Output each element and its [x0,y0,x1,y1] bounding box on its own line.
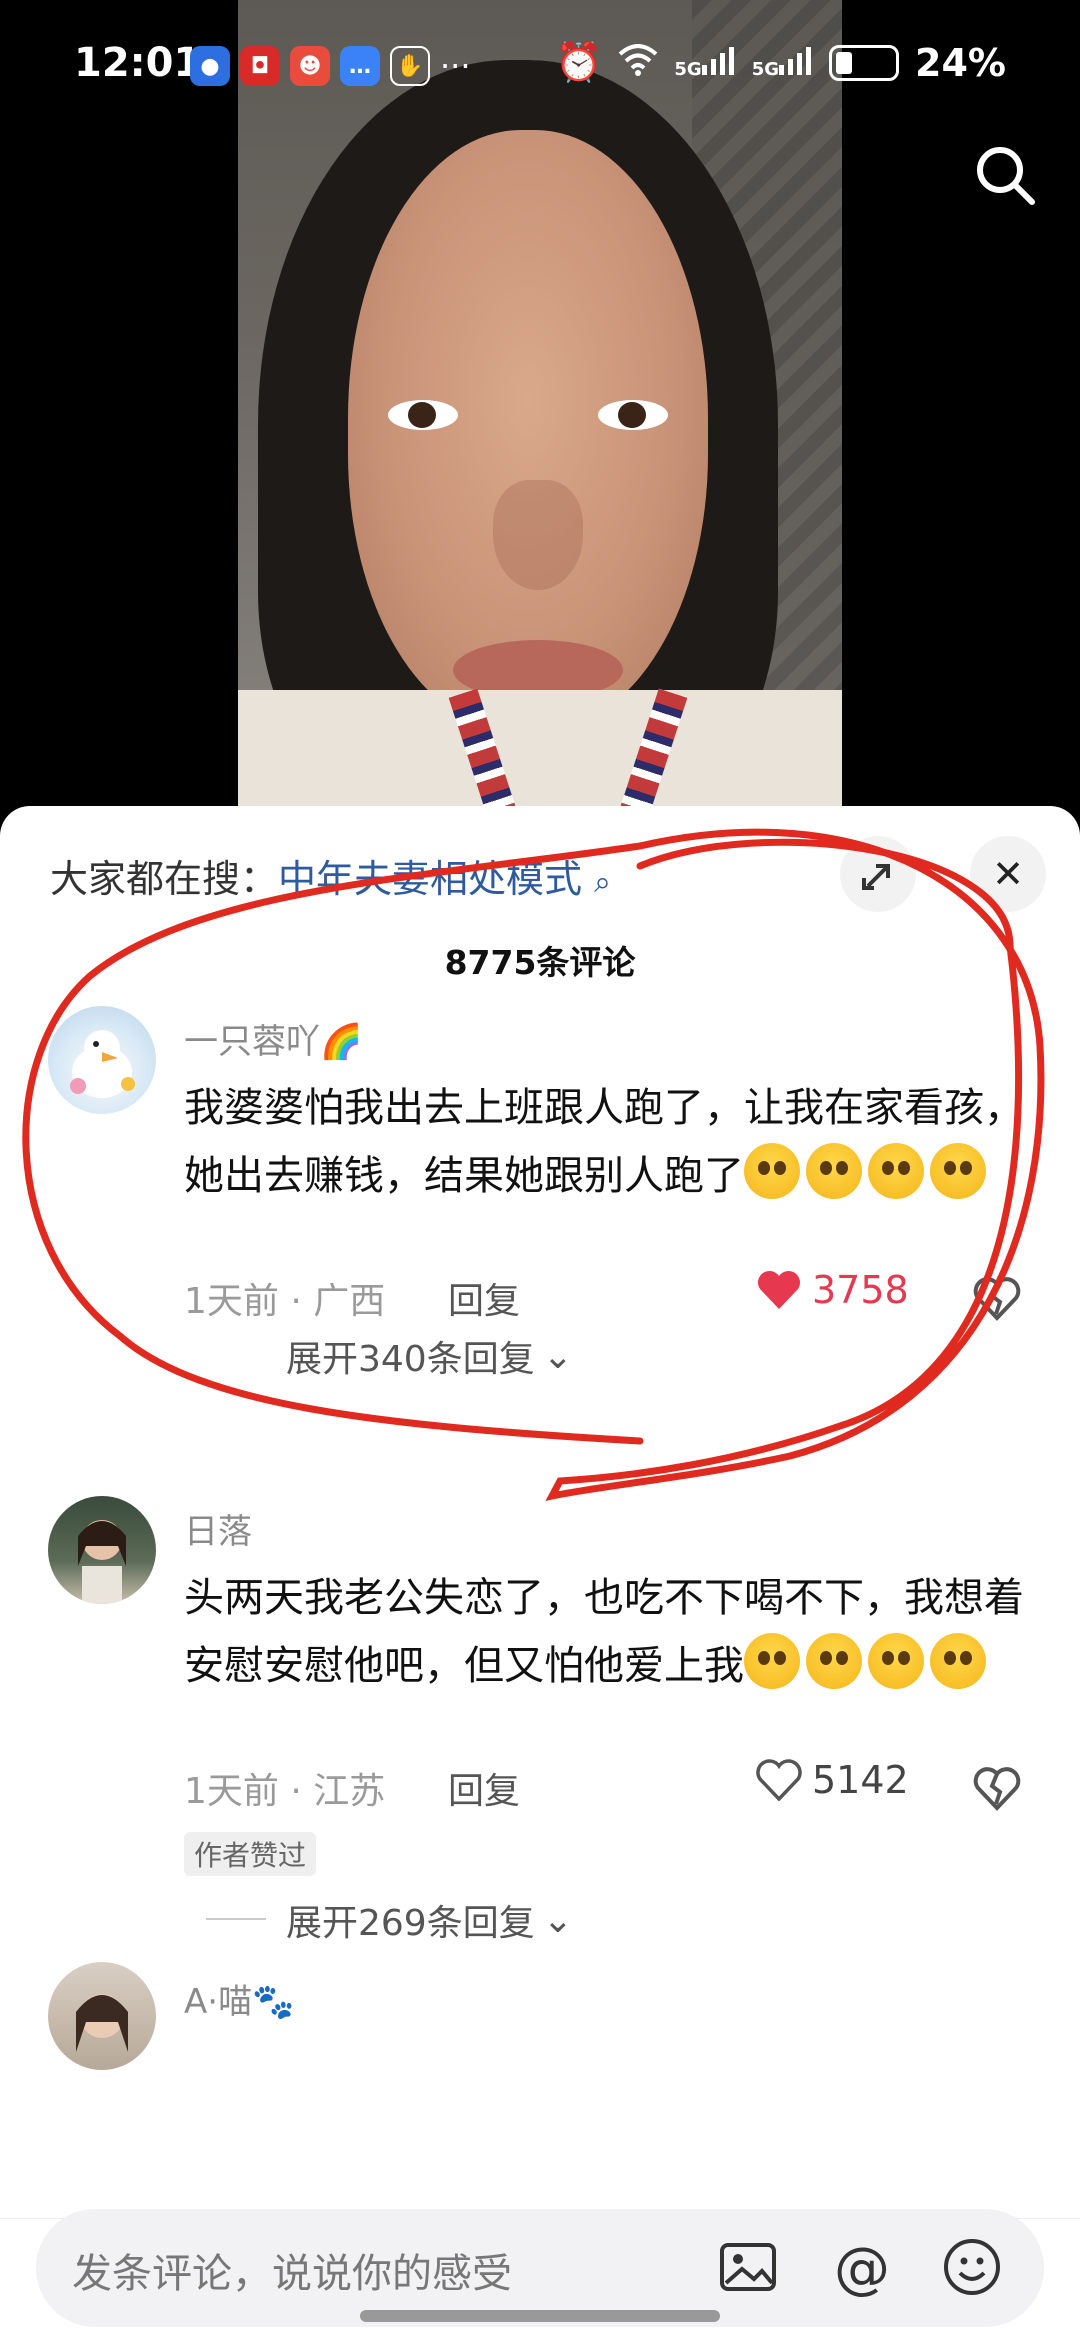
broken-heart-icon [973,1767,1021,1811]
svg-text:@: @ [834,2236,890,2299]
username[interactable]: 日落 [184,1504,252,1553]
crying-emoji-icon [806,1143,862,1199]
comment-text: 我婆婆怕我出去上班跟人跑了，让我在家看孩，她出去赚钱，结果她跟别人跑了 [184,1085,1024,1199]
username[interactable]: 一只蓉吖🌈 [184,1014,362,1063]
search-keyword[interactable]: 中年夫妻相处模式 [278,857,582,901]
chevron-down-icon: ⌄ [542,1899,573,1941]
heart-outline-icon [756,1759,802,1801]
expand-replies-button[interactable]: 展开340条回复 ⌄ [286,1330,573,1382]
comment-placeholder: 发条评论，说说你的感受 [72,2251,512,2297]
notification-icons: ● ◘ ☻ … ✋ ··· [190,46,471,86]
expand-replies-button[interactable]: 展开269条回复 ⌄ [206,1894,573,1946]
status-bar: 12:01 ● ◘ ☻ … ✋ ··· ⏰ 5G 5G 24% [0,0,1080,140]
signal-icon: 5G [674,46,735,79]
wifi-icon [618,41,658,85]
heart-filled-icon [757,1270,801,1309]
search-icon: ⌕ [594,865,611,900]
comment-meta: 1天前 · 广西 [184,1281,386,1322]
reply-button[interactable]: 回复 [448,1762,520,1814]
avatar[interactable] [48,1496,156,1604]
author-liked-badge: 作者赞过 [184,1832,317,1876]
search-suggestion[interactable]: 大家都在搜：中年夫妻相处模式 ⌕ [50,848,611,903]
app-notification-icon: ◘ [240,46,280,86]
status-time: 12:01 [74,40,202,86]
signal-icon: 5G [752,46,813,79]
mention-icon[interactable]: @ [828,2235,892,2301]
crying-emoji-icon [868,1143,924,1199]
flushed-emoji-icon [806,1633,862,1689]
crying-emoji-icon [930,1143,986,1199]
reply-button[interactable]: 回复 [448,1272,520,1324]
dislike-button[interactable] [972,1762,1022,1812]
alarm-icon: ⏰ [555,40,603,84]
fullscreen-button[interactable] [840,836,916,912]
comment-meta: 1天前 · 江苏 [184,1771,386,1812]
comment-count: 8775条评论 [444,943,636,982]
chevron-down-icon: ⌄ [542,1335,573,1377]
emoji-picker-icon[interactable] [940,2235,1004,2299]
close-button[interactable]: ✕ [970,836,1046,912]
app-notification-icon: ☻ [290,46,330,86]
battery-icon [829,44,900,81]
flushed-emoji-icon [930,1633,986,1689]
flushed-emoji-icon [744,1633,800,1689]
home-indicator[interactable] [360,2310,720,2322]
app-notification-icon: ● [190,46,230,86]
video-player[interactable]: 12:01 ● ◘ ☻ … ✋ ··· ⏰ 5G 5G 24% [0,0,1080,820]
more-notifications: ··· [440,47,471,85]
close-icon: ✕ [992,852,1024,896]
like-count: 3758 [812,1268,909,1312]
avatar[interactable] [48,1962,156,2070]
broken-heart-icon [973,1277,1021,1321]
username[interactable]: A⁠·喵🐾 [184,1974,294,2023]
battery-percent: 24% [915,40,1006,85]
comment-text: 头两天我老公失恋了，也吃不下喝不下，我想着安慰安慰他吧，但又怕他爱上我 [184,1575,1024,1689]
like-button[interactable]: 5142 [756,1758,909,1802]
search-icon[interactable] [970,140,1040,210]
flushed-emoji-icon [868,1633,924,1689]
hand-icon: ✋ [390,46,430,86]
crying-emoji-icon [744,1143,800,1199]
message-icon: … [340,46,380,86]
divider [206,1918,266,1920]
avatar[interactable] [48,1006,156,1114]
like-count: 5142 [812,1758,909,1802]
status-right: ⏰ 5G 5G 24% [555,40,1006,85]
dislike-button[interactable] [972,1272,1022,1322]
image-picker-icon[interactable] [716,2235,780,2299]
comment-sheet: 大家都在搜：中年夫妻相处模式 ⌕ ✕ 8775条评论 一只蓉吖🌈 我婆婆怕我出去… [0,806,1080,2337]
like-button[interactable]: 3758 [756,1268,909,1312]
